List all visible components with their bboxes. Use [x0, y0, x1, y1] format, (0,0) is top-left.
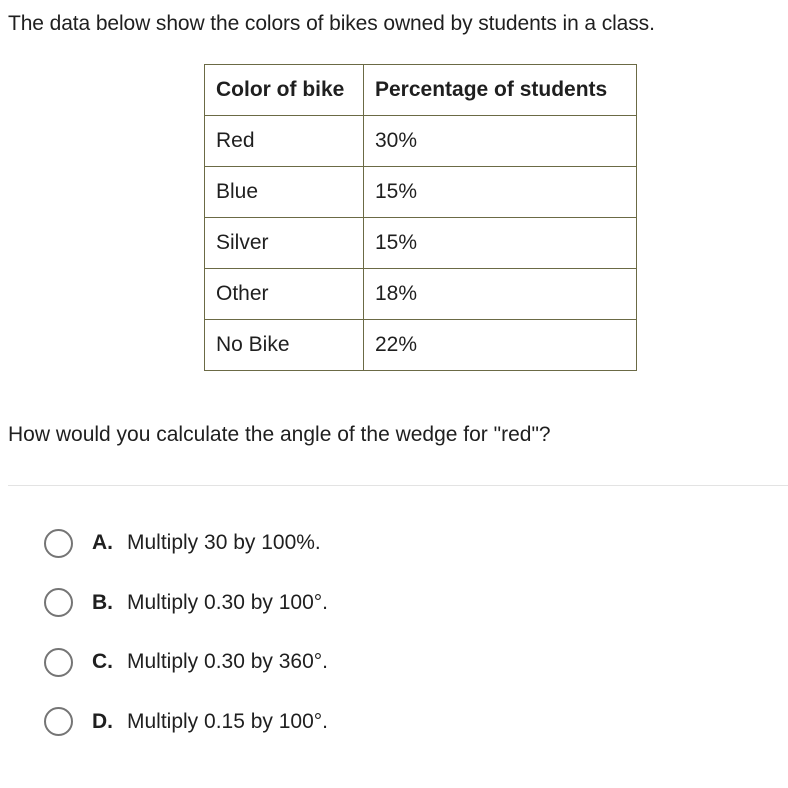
option-text: Multiply 0.30 by 100°. [127, 590, 329, 614]
quiz-page: The data below show the colors of bikes … [0, 0, 788, 788]
cell-percentage: 22% [363, 319, 637, 371]
cell-color: Red [204, 115, 364, 167]
option-letter: D. [92, 709, 113, 733]
table-row: Other 18% [204, 268, 637, 320]
option-b[interactable]: B. Multiply 0.30 by 100°. [44, 585, 328, 621]
cell-percentage: 15% [363, 217, 637, 269]
radio-unchecked-icon[interactable] [44, 588, 73, 617]
radio-unchecked-icon[interactable] [44, 528, 73, 558]
cell-percentage: 30% [363, 115, 637, 167]
cell-percentage: 15% [363, 166, 637, 218]
option-a[interactable]: A. Multiply 30 by 100%. [44, 525, 328, 561]
option-c[interactable]: C. Multiply 0.30 by 360°. [44, 644, 328, 680]
bike-color-table: Color of bike Percentage of students Red… [204, 64, 637, 371]
intro-text: The data below show the colors of bikes … [8, 12, 655, 35]
cell-color: No Bike [204, 319, 364, 371]
option-text: Multiply 30 by 100%. [127, 531, 321, 554]
cell-color: Blue [204, 166, 364, 218]
header-percentage: Percentage of students [363, 64, 637, 116]
option-text: Multiply 0.15 by 100°. [127, 709, 329, 733]
table-row: Red 30% [204, 115, 637, 167]
option-letter: B. [92, 590, 113, 614]
table-row: Blue 15% [204, 166, 637, 218]
answer-options: A. Multiply 30 by 100%. B. Multiply 0.30… [44, 525, 328, 763]
table-header-row: Color of bike Percentage of students [204, 64, 637, 116]
table-row: Silver 15% [204, 217, 637, 269]
cell-percentage: 18% [363, 268, 637, 320]
radio-unchecked-icon[interactable] [44, 707, 73, 736]
divider [8, 485, 788, 486]
option-letter: C. [92, 650, 113, 673]
option-d[interactable]: D. Multiply 0.15 by 100°. [44, 704, 328, 740]
radio-unchecked-icon[interactable] [44, 647, 73, 677]
table-row: No Bike 22% [204, 319, 637, 371]
cell-color: Silver [204, 217, 364, 269]
cell-color: Other [204, 268, 364, 320]
question-text: How would you calculate the angle of the… [8, 423, 551, 446]
header-color-of-bike: Color of bike [204, 64, 364, 116]
option-text: Multiply 0.30 by 360°. [127, 650, 329, 673]
option-letter: A. [92, 531, 113, 554]
